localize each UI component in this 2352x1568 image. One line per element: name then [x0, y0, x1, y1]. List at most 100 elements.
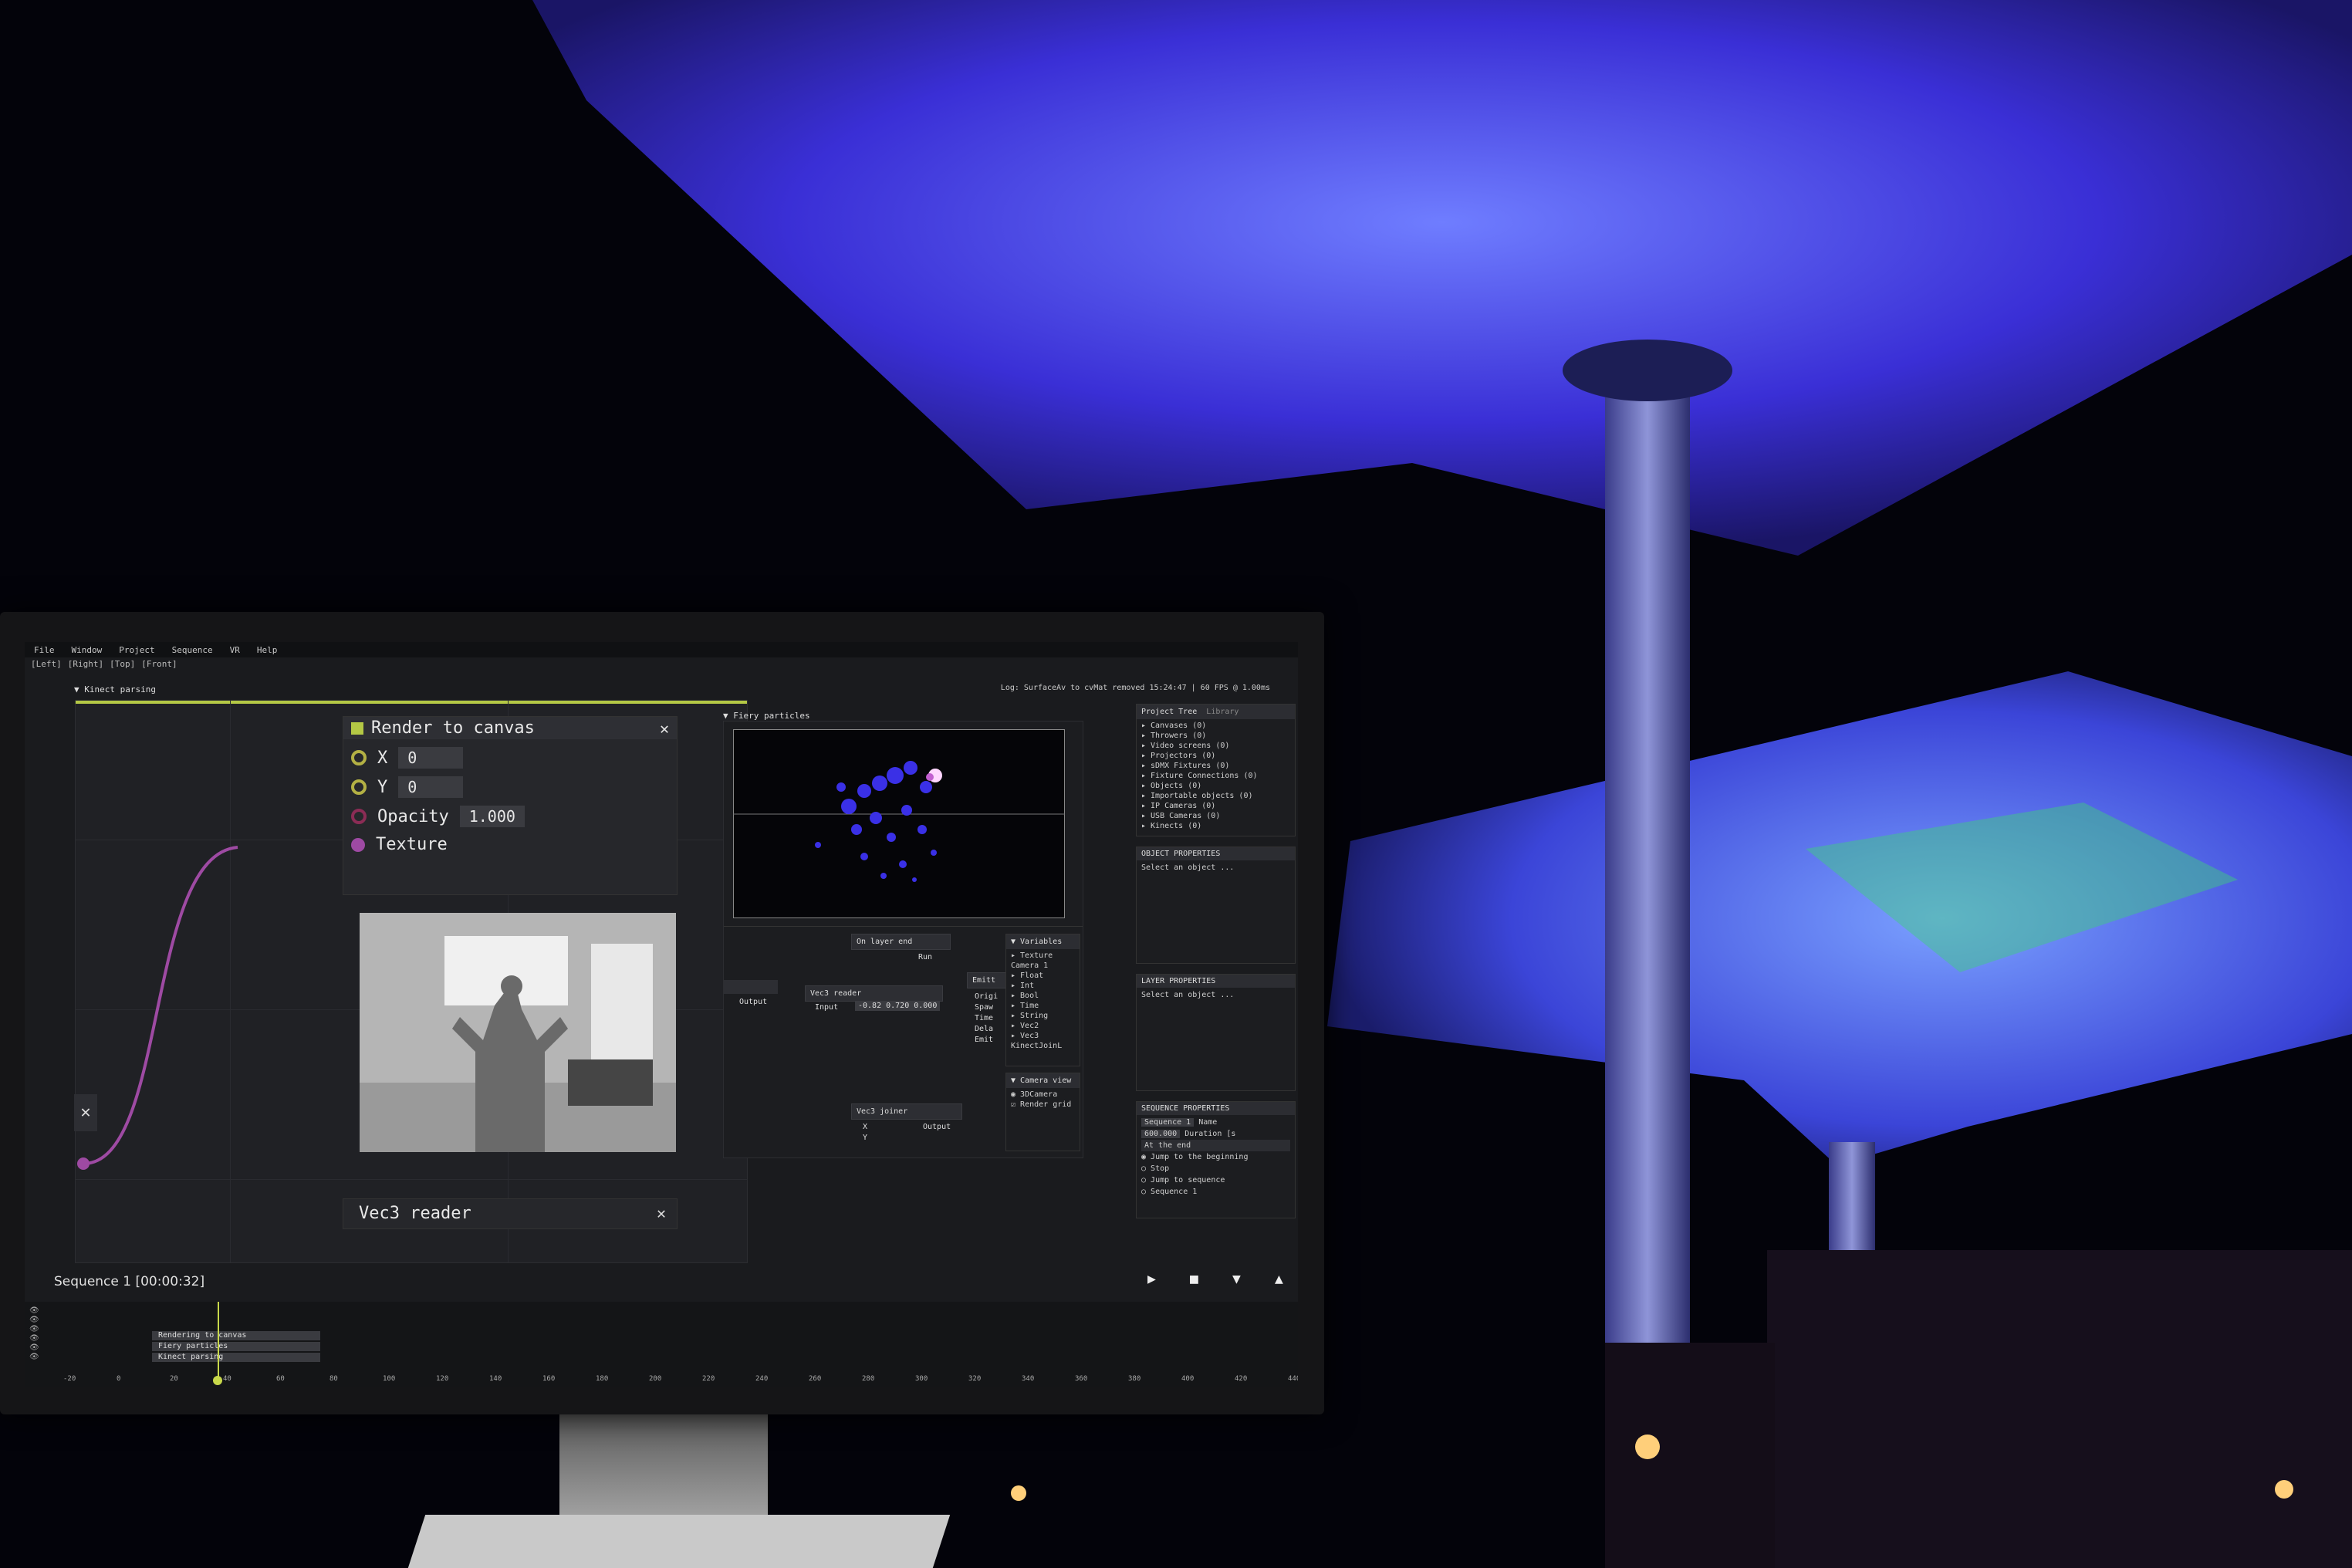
node-graph-panel[interactable]: Render to canvas ✕ X0 Y0 Opacity 1.000 Te…: [74, 700, 748, 1263]
radio-jump-sequence[interactable]: ○ Jump to sequence: [1141, 1174, 1290, 1186]
particles-panel-title[interactable]: ▼ Fiery particles: [723, 711, 810, 721]
tree-item[interactable]: ▸ sDMX Fixtures (0): [1141, 761, 1290, 771]
render-node-title: Render to canvas: [371, 718, 535, 738]
project-tree-panel[interactable]: Project Tree Library ▸ Canvases (0) ▸ Th…: [1136, 704, 1296, 836]
tab-project-tree[interactable]: Project Tree: [1141, 708, 1197, 716]
render-grid-checkbox[interactable]: ☑ Render grid: [1011, 1100, 1075, 1110]
eye-icon[interactable]: 👁: [29, 1334, 68, 1343]
opacity-field[interactable]: 1.000: [459, 806, 525, 827]
run-port[interactable]: Run: [918, 953, 932, 961]
variable-item[interactable]: KinectJoinL: [1011, 1041, 1075, 1051]
close-icon[interactable]: ✕: [657, 1204, 666, 1222]
input-node-stub[interactable]: [724, 980, 778, 994]
variable-item[interactable]: ▸ Int: [1011, 981, 1075, 991]
up-button[interactable]: ▲: [1275, 1271, 1283, 1287]
port-ring-icon: [351, 750, 367, 765]
joiner-y-port[interactable]: Y: [863, 1134, 867, 1142]
down-button[interactable]: ▼: [1232, 1271, 1241, 1287]
render-to-canvas-node[interactable]: Render to canvas ✕ X0 Y0 Opacity 1.000 Te…: [343, 716, 678, 895]
variable-item[interactable]: ▸ Time: [1011, 1001, 1075, 1011]
y-field[interactable]: 0: [398, 776, 464, 798]
close-icon[interactable]: ✕: [660, 719, 669, 738]
on-layer-end-node[interactable]: On layer end: [851, 934, 951, 950]
track-rendering[interactable]: Rendering to canvas: [152, 1331, 320, 1340]
ruler-tick: 160: [542, 1375, 556, 1383]
vec3-joiner-node[interactable]: Vec3 joiner: [851, 1103, 962, 1120]
eye-icon[interactable]: 👁: [29, 1343, 68, 1353]
vec3-reader-node[interactable]: Vec3 reader ✕: [343, 1198, 678, 1229]
umbrella-canopy-large: [532, 0, 2352, 556]
eye-icon[interactable]: 👁: [29, 1325, 68, 1334]
menu-vr[interactable]: VR: [230, 645, 240, 655]
menu-sequence[interactable]: Sequence: [172, 645, 213, 655]
playhead-handle[interactable]: [213, 1376, 222, 1385]
camera-view-panel[interactable]: ▼ Camera view ◉ 3DCamera ☑ Render grid: [1005, 1073, 1080, 1151]
variable-item[interactable]: ▸ Bool: [1011, 991, 1075, 1001]
variables-panel[interactable]: ▼ Variables ▸ Texture Camera 1 ▸ Float ▸…: [1005, 934, 1080, 1066]
port-x[interactable]: X0: [351, 747, 677, 769]
tree-item[interactable]: ▸ USB Cameras (0): [1141, 811, 1290, 821]
tree-item[interactable]: ▸ Objects (0): [1141, 781, 1290, 791]
timeline-panel[interactable]: 👁 👁 👁 👁 👁 👁 Rendering to canvas Fiery pa…: [25, 1302, 1298, 1387]
eye-icon[interactable]: 👁: [29, 1306, 68, 1316]
sequence-name-field[interactable]: Sequence 1: [1141, 1118, 1195, 1127]
vec3-values-field[interactable]: -0.82 0.720 0.000: [855, 1001, 941, 1011]
tree-item[interactable]: ▸ Importable objects (0): [1141, 791, 1290, 801]
tree-item[interactable]: ▸ Throwers (0): [1141, 731, 1290, 741]
view-front-button[interactable]: [Front]: [141, 659, 177, 669]
emitter-node[interactable]: Emitt: [967, 972, 1009, 988]
variable-item[interactable]: ▸ Texture: [1011, 951, 1075, 961]
tree-item[interactable]: ▸ Kinects (0): [1141, 821, 1290, 831]
joiner-output-port[interactable]: Output: [923, 1123, 951, 1131]
graph-panel-title[interactable]: ▼ Kinect parsing: [74, 684, 156, 694]
x-field[interactable]: 0: [398, 747, 464, 769]
track-kinect-parsing[interactable]: Kinect parsing: [152, 1353, 320, 1362]
sequence-properties-panel[interactable]: SEQUENCE PROPERTIES Sequence 1 Name 600.…: [1136, 1101, 1296, 1218]
view-top-button[interactable]: [Top]: [110, 659, 135, 669]
track-fiery-particles[interactable]: Fiery particles: [152, 1342, 320, 1351]
tab-library[interactable]: Library: [1206, 708, 1239, 716]
play-button[interactable]: ▶: [1147, 1271, 1156, 1287]
ruler-tick: 380: [1128, 1375, 1141, 1383]
port-opacity[interactable]: Opacity 1.000: [351, 806, 677, 827]
variable-item[interactable]: ▸ Vec3: [1011, 1031, 1075, 1041]
ruler-tick: 40: [223, 1375, 231, 1383]
menu-bar: File Window Project Sequence VR Help: [25, 642, 1298, 657]
variable-item[interactable]: ▸ String: [1011, 1011, 1075, 1021]
variable-item[interactable]: ▸ Vec2: [1011, 1021, 1075, 1031]
tree-item[interactable]: ▸ Canvases (0): [1141, 721, 1290, 731]
camera-item[interactable]: ◉ 3DCamera: [1011, 1090, 1075, 1100]
menu-window[interactable]: Window: [72, 645, 103, 655]
close-icon[interactable]: ✕: [74, 1094, 97, 1131]
menu-help[interactable]: Help: [257, 645, 278, 655]
port-y[interactable]: Y0: [351, 776, 677, 798]
menu-project[interactable]: Project: [119, 645, 154, 655]
radio-jump-beginning[interactable]: ◉ Jump to the beginning: [1141, 1151, 1290, 1163]
eye-icon[interactable]: 👁: [29, 1353, 68, 1362]
view-left-button[interactable]: [Left]: [31, 659, 62, 669]
sequence-select[interactable]: ○ Sequence 1: [1141, 1186, 1290, 1198]
tree-item[interactable]: ▸ IP Cameras (0): [1141, 801, 1290, 811]
menu-file[interactable]: File: [34, 645, 55, 655]
vec3-reader-small-node[interactable]: Vec3 reader: [805, 985, 943, 1002]
radio-stop[interactable]: ○ Stop: [1141, 1163, 1290, 1174]
particles-panel[interactable]: On layer end Run Output Vec3 reader Inpu…: [723, 721, 1083, 1158]
tree-item[interactable]: ▸ Projectors (0): [1141, 751, 1290, 761]
ruler-tick: 200: [649, 1375, 662, 1383]
variable-item[interactable]: ▸ Float: [1011, 971, 1075, 981]
output-port[interactable]: Output: [739, 998, 767, 1006]
port-texture[interactable]: Texture: [351, 835, 677, 854]
eye-icon[interactable]: 👁: [29, 1316, 68, 1325]
input-port[interactable]: Input: [815, 1003, 838, 1012]
stop-button[interactable]: ■: [1190, 1271, 1198, 1287]
object-properties-panel[interactable]: OBJECT PROPERTIES Select an object ...: [1136, 847, 1296, 964]
variable-item[interactable]: Camera 1: [1011, 961, 1075, 971]
ruler-tick: 300: [915, 1375, 928, 1383]
tree-item[interactable]: ▸ Fixture Connections (0): [1141, 771, 1290, 781]
duration-field[interactable]: 600.000: [1141, 1130, 1181, 1138]
view-right-button[interactable]: [Right]: [68, 659, 103, 669]
tree-item[interactable]: ▸ Video screens (0): [1141, 741, 1290, 751]
playhead[interactable]: [218, 1302, 219, 1381]
layer-properties-panel[interactable]: LAYER PROPERTIES Select an object ...: [1136, 974, 1296, 1091]
joiner-x-port[interactable]: X: [863, 1123, 867, 1131]
